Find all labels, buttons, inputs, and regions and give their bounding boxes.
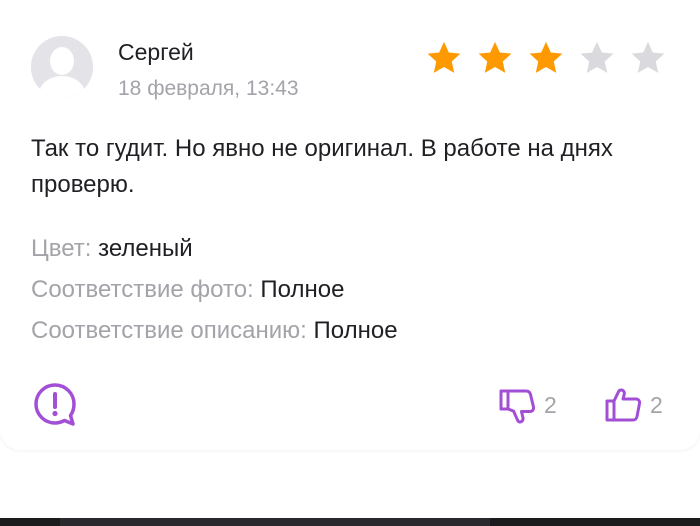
bottom-edge xyxy=(0,518,700,526)
star-empty-icon xyxy=(580,41,614,73)
dislike-count: 2 xyxy=(544,391,557,418)
avatar-placeholder-icon xyxy=(31,36,93,98)
like-button[interactable]: 2 xyxy=(604,385,663,425)
attribute-label: Цвет: xyxy=(31,235,92,262)
author-name: Сергей xyxy=(118,39,194,65)
star-rating xyxy=(425,39,680,77)
star-filled-icon xyxy=(427,41,461,73)
attribute-value: зеленый xyxy=(98,235,193,262)
review-card: Сергей 18 февраля, 13:43 Так то гудит. Н… xyxy=(0,0,700,450)
attribute-value: Полное xyxy=(313,317,398,344)
attribute-description-match: Соответствие описанию: Полное xyxy=(31,317,398,345)
report-icon xyxy=(34,383,76,426)
bottom-edge-segment xyxy=(60,518,490,526)
like-count: 2 xyxy=(650,391,663,418)
thumbs-down-icon xyxy=(499,389,536,424)
review-date: 18 февраля, 13:43 xyxy=(118,77,299,100)
attribute-color: Цвет: зеленый xyxy=(31,235,193,263)
attribute-label: Соответствие описанию: xyxy=(31,317,307,344)
star-filled-icon xyxy=(478,41,512,73)
avatar xyxy=(31,36,93,98)
attribute-photo-match: Соответствие фото: Полное xyxy=(31,276,344,304)
review-text: Так то гудит. Но явно не оригинал. В раб… xyxy=(31,135,613,198)
report-button[interactable] xyxy=(31,380,79,428)
star-filled-icon xyxy=(529,41,563,73)
attribute-value: Полное xyxy=(260,276,345,303)
dislike-button[interactable]: 2 xyxy=(498,385,557,425)
star-empty-icon xyxy=(631,41,665,73)
thumbs-up-icon xyxy=(605,388,642,422)
attribute-label: Соответствие фото: xyxy=(31,276,254,303)
